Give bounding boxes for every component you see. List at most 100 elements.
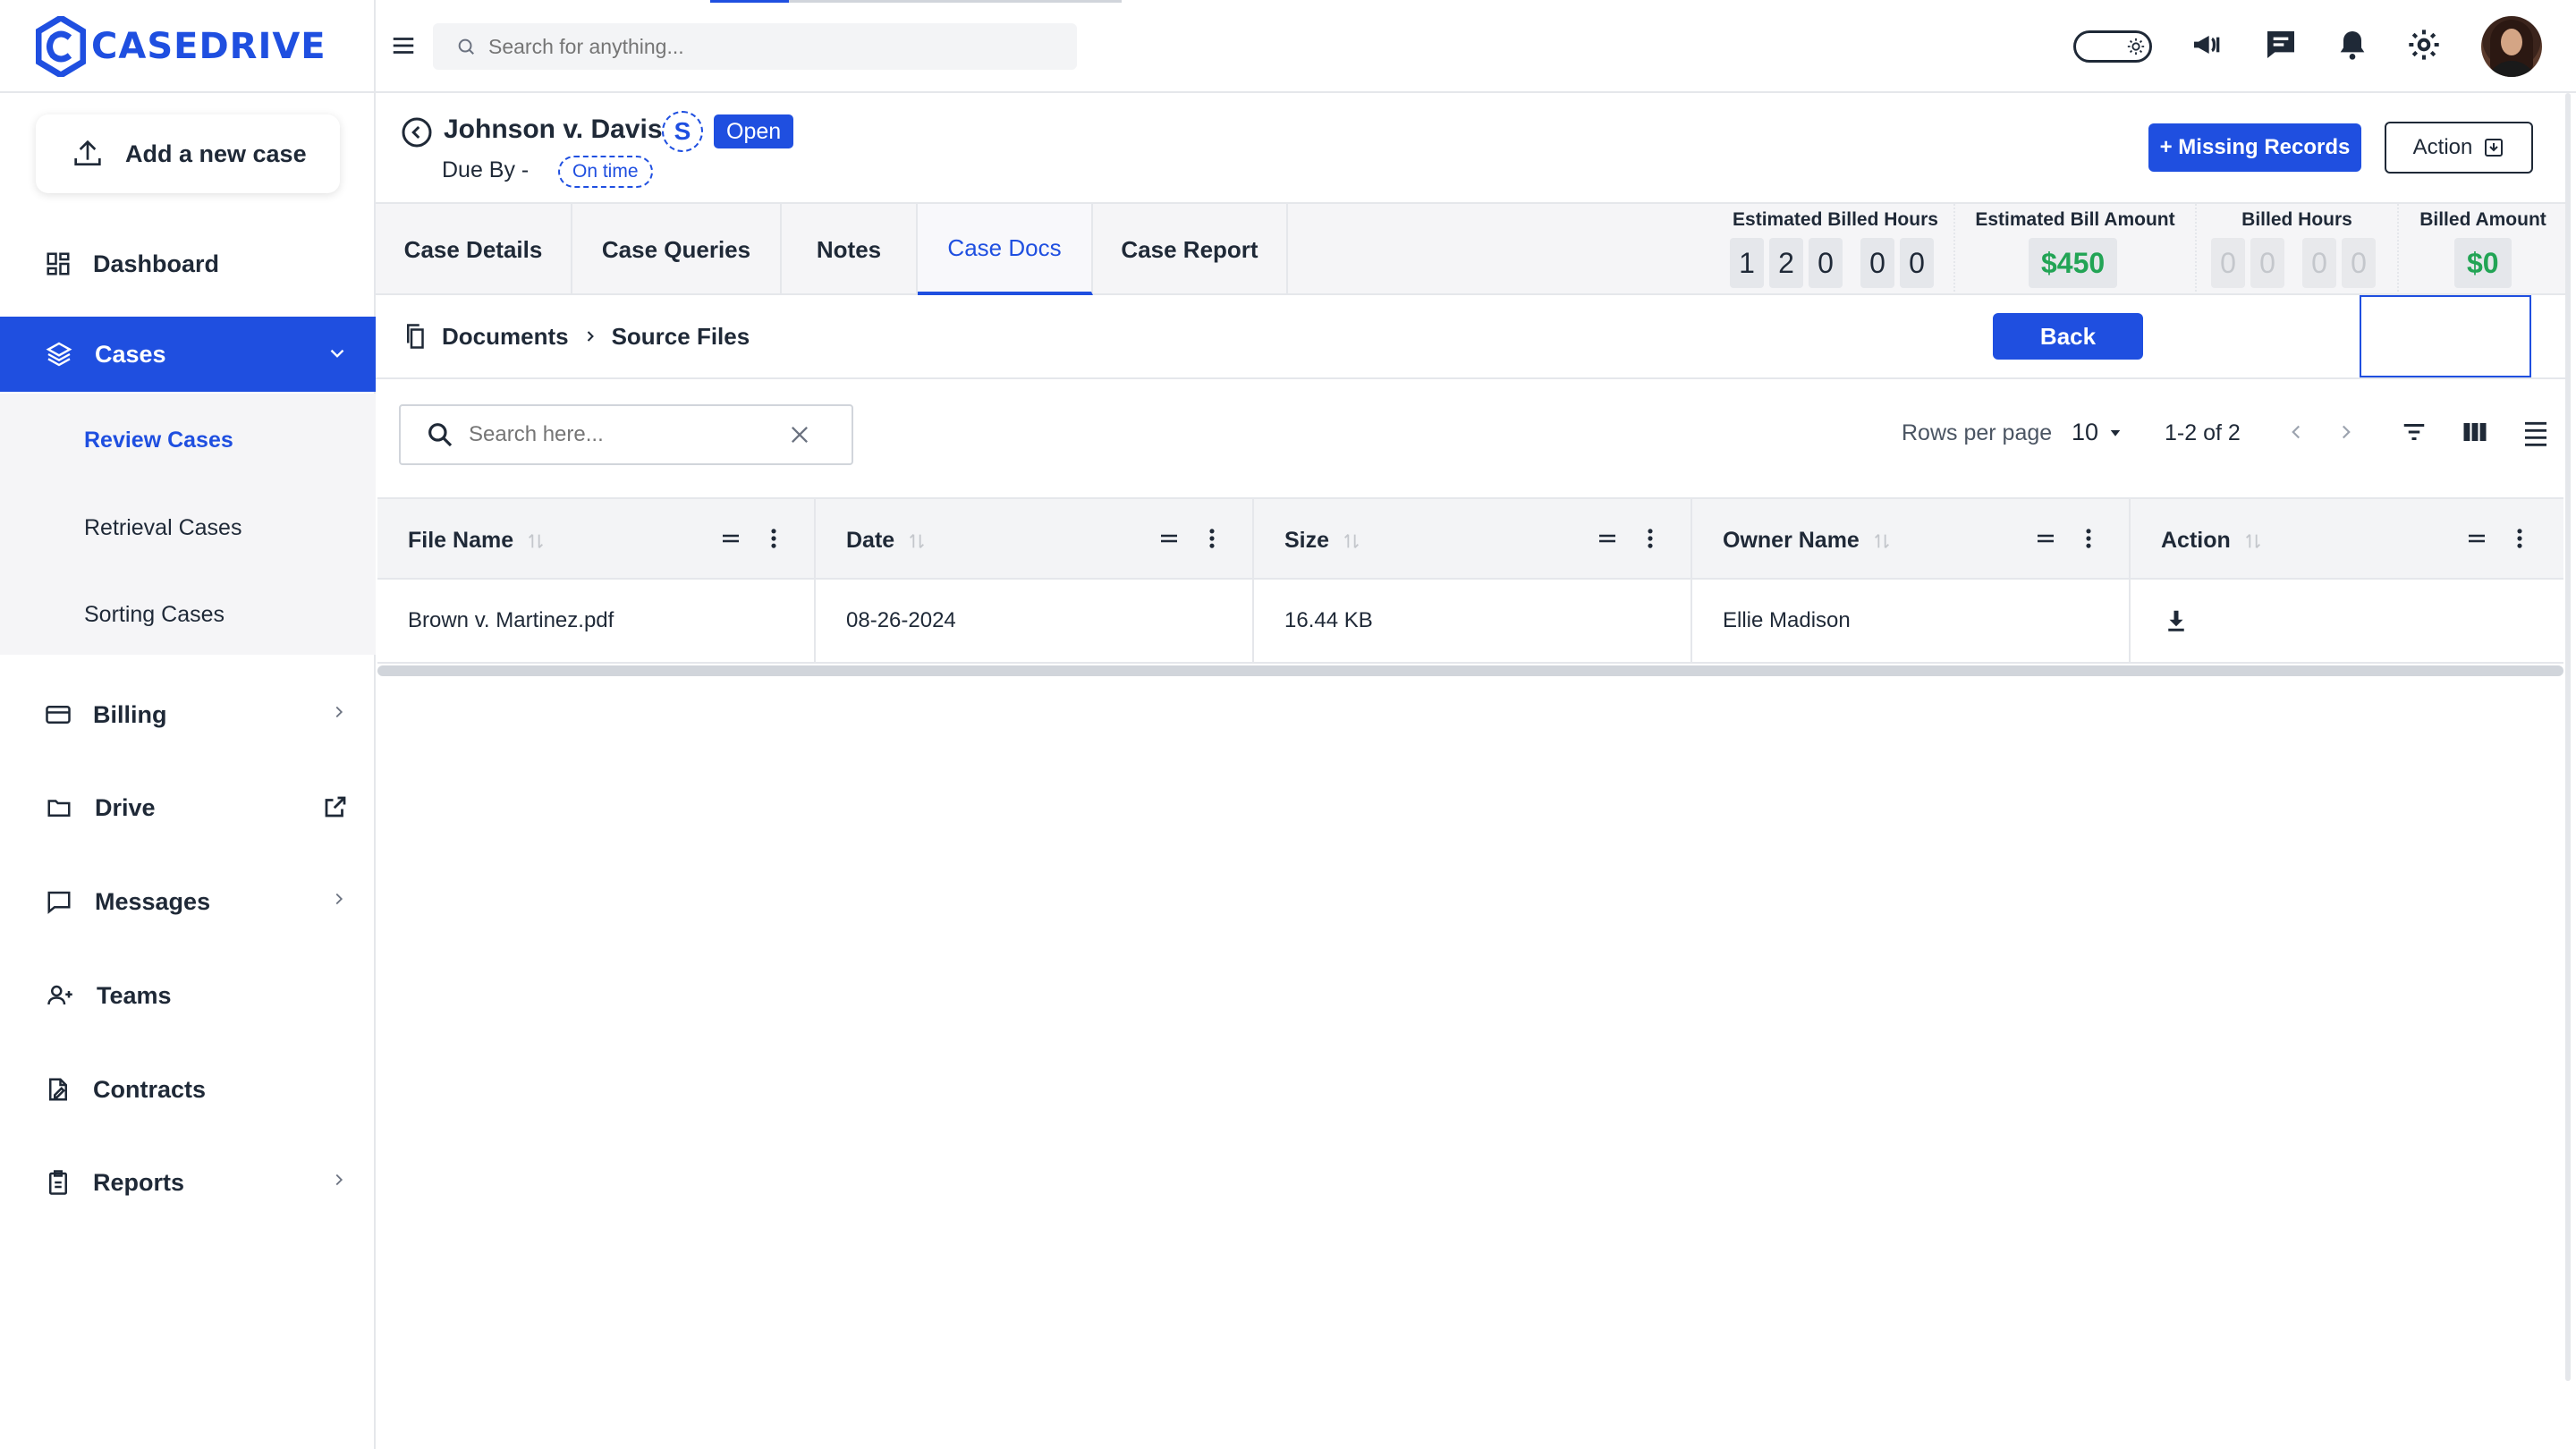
submenu-item-retrieval-cases[interactable]: Retrieval Cases [84, 515, 242, 541]
brand-logo[interactable]: CASEDRIVE [36, 16, 326, 77]
column-header-owner-name[interactable]: Owner Name [1692, 499, 2131, 580]
submenu-item-review-cases[interactable]: Review Cases [84, 428, 233, 453]
download-icon[interactable] [2163, 606, 2190, 635]
sidebar-item-reports[interactable]: Reports [0, 1145, 376, 1220]
clear-icon[interactable] [787, 422, 812, 447]
global-search-input[interactable] [488, 34, 1025, 59]
next-page-icon[interactable] [2334, 420, 2358, 444]
table-search-input[interactable] [469, 422, 773, 447]
caret-down-icon [2110, 429, 2121, 436]
sort-icon[interactable] [907, 530, 927, 552]
sort-icon[interactable] [526, 530, 546, 552]
vertical-scrollbar[interactable] [2565, 93, 2571, 1381]
gear-icon[interactable] [2406, 27, 2442, 63]
external-link-icon[interactable] [322, 793, 349, 820]
chat-icon[interactable] [2263, 27, 2299, 63]
user-avatar[interactable] [2481, 16, 2542, 77]
sidebar: CASEDRIVE Add a new case Dashboard Cases… [0, 0, 376, 1449]
sidebar-item-label: Teams [97, 981, 172, 1009]
chevron-right-icon [335, 706, 343, 718]
back-button[interactable]: Back [1993, 313, 2143, 360]
sort-icon[interactable] [1342, 530, 1361, 552]
hamburger-menu-icon[interactable] [390, 32, 417, 59]
drag-handle-icon[interactable] [2463, 528, 2490, 549]
sidebar-item-label: Contracts [93, 1075, 207, 1103]
chevron-down-icon [330, 349, 344, 358]
metric-estimated-bill-amount: Estimated Bill Amount $450 [1953, 204, 2195, 295]
kebab-menu-icon[interactable] [769, 526, 778, 551]
case-header: Johnson v. Davis S Open Due By - On time… [376, 93, 2576, 202]
drag-handle-icon[interactable] [1156, 528, 1182, 549]
sort-icon[interactable] [2243, 530, 2263, 552]
bell-icon[interactable] [2334, 27, 2370, 63]
assignee-badge[interactable]: S [662, 111, 703, 152]
metric-label: Billed Hours [2241, 209, 2352, 230]
column-header-file-name[interactable]: File Name [377, 499, 816, 580]
tab-case-queries[interactable]: Case Queries [572, 204, 782, 295]
theme-toggle[interactable] [2073, 30, 2152, 63]
submenu-item-sorting-cases[interactable]: Sorting Cases [84, 602, 225, 628]
drag-handle-icon[interactable] [1594, 528, 1621, 549]
digit: 0 [2250, 238, 2284, 288]
casedrive-logo-icon [36, 16, 86, 77]
horizontal-scrollbar[interactable] [377, 665, 2563, 676]
column-header-size[interactable]: Size [1254, 499, 1692, 580]
chevron-right-icon [335, 893, 343, 905]
digit: 0 [1900, 238, 1934, 288]
sidebar-item-billing[interactable]: Billing [0, 677, 376, 752]
clipboard-icon [49, 1170, 67, 1195]
digit: 0 [2302, 238, 2336, 288]
sort-icon[interactable] [1872, 530, 1892, 552]
rows-per-page-label: Rows per page [1902, 420, 2053, 445]
breadcrumb-root[interactable]: Documents [442, 323, 569, 351]
tab-case-details[interactable]: Case Details [376, 204, 572, 295]
metric-estimated-billed-hours: Estimated Billed Hours 1 2 0 0 0 [1717, 204, 1953, 295]
digit: 0 [1809, 238, 1843, 288]
kebab-menu-icon[interactable] [2515, 526, 2524, 551]
column-header-action[interactable]: Action [2131, 499, 2563, 580]
table-search[interactable] [399, 404, 853, 465]
search-icon [428, 423, 453, 447]
case-title: Johnson v. Davis [444, 114, 663, 144]
kebab-menu-icon[interactable] [1646, 526, 1655, 551]
table-header: File Name Date Size Owner Name Action [377, 497, 2563, 580]
cell-action [2131, 580, 2563, 662]
chevron-right-icon [335, 1174, 343, 1186]
action-button-label: Action [2412, 135, 2473, 159]
tab-notes[interactable]: Notes [782, 204, 918, 295]
add-new-case-button[interactable]: Add a new case [36, 114, 340, 193]
sidebar-item-messages[interactable]: Messages [0, 864, 376, 939]
column-header-date[interactable]: Date [816, 499, 1254, 580]
sidebar-item-label: Dashboard [93, 250, 220, 277]
megaphone-icon[interactable] [2190, 27, 2225, 63]
sidebar-item-label: Messages [95, 887, 211, 915]
filter-icon[interactable] [2399, 419, 2429, 445]
tab-case-report[interactable]: Case Report [1093, 204, 1288, 295]
missing-records-button[interactable]: + Missing Records [2148, 123, 2361, 172]
tab-case-docs[interactable]: Case Docs [918, 204, 1093, 295]
kebab-menu-icon[interactable] [1208, 526, 1216, 551]
sidebar-item-dashboard[interactable]: Dashboard [0, 226, 376, 301]
rows-per-page-select[interactable]: 10 [2072, 419, 2123, 446]
sidebar-item-cases[interactable]: Cases [0, 317, 376, 392]
density-icon[interactable] [2521, 419, 2551, 447]
back-circle-icon[interactable] [401, 116, 433, 148]
table-row[interactable]: Brown v. Martinez.pdf 08-26-2024 16.44 K… [377, 580, 2563, 664]
drag-handle-icon[interactable] [2032, 528, 2059, 549]
sidebar-item-teams[interactable]: Teams [0, 958, 376, 1033]
pagination-range: 1-2 of 2 [2165, 420, 2241, 445]
action-button[interactable]: Action [2385, 122, 2533, 174]
sidebar-item-label: Reports [93, 1168, 185, 1196]
sidebar-item-drive[interactable]: Drive [0, 770, 376, 845]
cases-submenu: Review Cases Retrieval Cases Sorting Cas… [0, 394, 376, 655]
prev-page-icon[interactable] [2284, 420, 2308, 444]
due-by-label: Due By - [442, 157, 530, 182]
global-search[interactable] [433, 23, 1077, 70]
back-button-focus-ring [2360, 295, 2531, 377]
sidebar-item-contracts[interactable]: Contracts [0, 1052, 376, 1127]
columns-icon[interactable] [2460, 419, 2490, 445]
drag-handle-icon[interactable] [717, 528, 744, 549]
column-title: Size [1284, 528, 1330, 553]
credit-card-icon [46, 706, 71, 724]
kebab-menu-icon[interactable] [2084, 526, 2093, 551]
